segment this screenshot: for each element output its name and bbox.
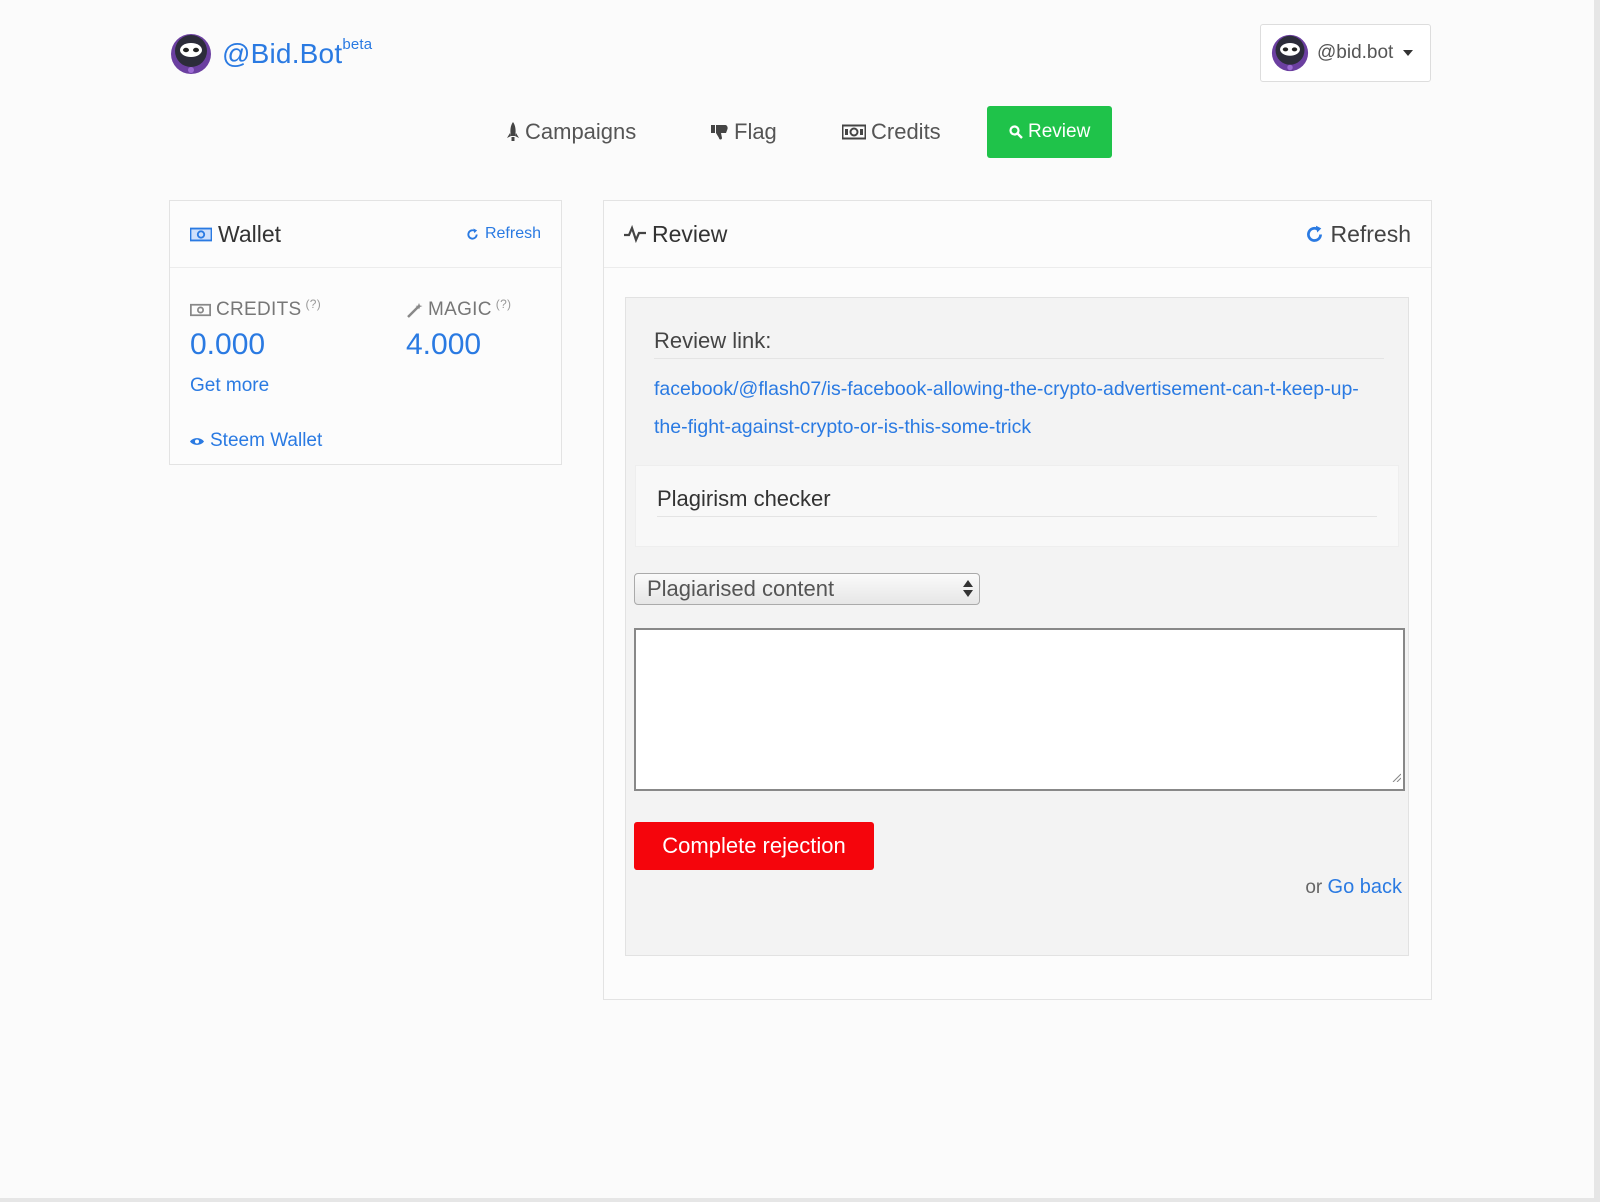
wallet-refresh-label: Refresh xyxy=(484,225,541,242)
nav-campaigns[interactable]: Campaigns xyxy=(506,106,636,158)
get-more-link[interactable]: Get more xyxy=(190,375,269,397)
credits-value: 0.000 xyxy=(190,328,266,361)
resize-grip-icon[interactable] xyxy=(1391,769,1402,787)
review-refresh-label: Refresh xyxy=(1330,220,1411,247)
rocket-icon xyxy=(506,122,520,142)
nav-flag-label: Flag xyxy=(734,119,777,144)
wallet-header: Wallet Refresh xyxy=(170,201,561,268)
wallet-title-text: Wallet xyxy=(218,220,282,247)
nav-flag[interactable]: Flag xyxy=(711,106,777,158)
or-text: or xyxy=(1305,877,1323,898)
comment-textarea[interactable] xyxy=(634,628,1405,791)
review-link[interactable]: facebook/@flash07/is-facebook-allowing-t… xyxy=(654,370,1374,446)
rejection-reason-select[interactable]: Plagiarised content xyxy=(634,573,980,605)
search-icon xyxy=(1009,125,1023,139)
bot-avatar-icon xyxy=(1271,34,1309,72)
review-header: Review Refresh xyxy=(604,201,1431,268)
money-icon xyxy=(190,303,211,317)
user-menu-button[interactable]: @bid.bot xyxy=(1260,24,1431,82)
main-nav: Campaigns Flag Credits Review xyxy=(0,106,1600,158)
magic-value: 4.000 xyxy=(406,328,482,361)
credits-help[interactable]: (?) xyxy=(306,297,322,311)
magic-wand-icon xyxy=(406,302,423,319)
complete-rejection-button[interactable]: Complete rejection xyxy=(634,822,874,870)
steem-wallet-link[interactable]: Steem Wallet xyxy=(190,430,322,452)
nav-review-label: Review xyxy=(1028,121,1091,142)
go-back-link[interactable]: Go back xyxy=(1328,876,1402,898)
credits-label-text: CREDITS xyxy=(216,299,302,320)
brand-logo[interactable]: @Bid.Botbeta xyxy=(170,33,372,75)
review-title: Review xyxy=(624,221,727,248)
go-back-row: or Go back xyxy=(1305,876,1402,899)
review-form: Review link: facebook/@flash07/is-facebo… xyxy=(625,297,1409,956)
plagiarism-checker: Plagirism checker xyxy=(635,465,1399,547)
wallet-refresh-link[interactable]: Refresh xyxy=(466,225,541,243)
wallet-title: Wallet xyxy=(190,221,281,248)
magic-label-text: MAGIC xyxy=(428,299,492,320)
credits-stat: CREDITS (?) 0.000 xyxy=(190,297,322,362)
wallet-panel: Wallet Refresh CREDITS (?) 0.000 MAGIC (… xyxy=(169,200,562,465)
money-icon xyxy=(190,227,212,242)
steem-wallet-label: Steem Wallet xyxy=(210,430,323,451)
pulse-icon xyxy=(624,225,646,243)
review-link-label: Review link: xyxy=(654,328,772,353)
eye-icon xyxy=(190,437,204,446)
nav-campaigns-label: Campaigns xyxy=(525,119,637,144)
nav-credits-label: Credits xyxy=(871,119,941,144)
refresh-icon xyxy=(1305,225,1324,244)
magic-label: MAGIC (?) xyxy=(406,297,512,321)
review-title-text: Review xyxy=(652,220,728,247)
bot-avatar-icon xyxy=(170,33,212,75)
select-arrows-icon xyxy=(963,580,973,597)
refresh-icon xyxy=(466,227,479,241)
nav-review[interactable]: Review xyxy=(987,106,1113,158)
rejection-reason-value: Plagiarised content xyxy=(647,576,835,601)
beta-badge: beta xyxy=(342,36,373,53)
brand-name: @Bid.Botbeta xyxy=(222,36,373,69)
divider xyxy=(654,358,1384,359)
nav-credits[interactable]: Credits xyxy=(842,106,941,158)
window-edge-right xyxy=(1594,0,1600,1202)
review-refresh-link[interactable]: Refresh xyxy=(1305,221,1411,248)
magic-help[interactable]: (?) xyxy=(496,297,512,311)
credits-label: CREDITS (?) xyxy=(190,297,322,321)
magic-stat: MAGIC (?) 4.000 xyxy=(406,297,512,362)
review-panel: Review Refresh Review link: facebook/@fl… xyxy=(603,200,1432,1000)
user-handle: @bid.bot xyxy=(1317,42,1394,63)
caret-down-icon xyxy=(1403,50,1414,56)
window-edge-bottom xyxy=(0,1198,1600,1202)
money-icon xyxy=(842,124,866,140)
plagiarism-checker-label: Plagirism checker xyxy=(657,486,831,511)
divider xyxy=(657,516,1377,517)
thumbs-down-icon xyxy=(711,123,729,141)
